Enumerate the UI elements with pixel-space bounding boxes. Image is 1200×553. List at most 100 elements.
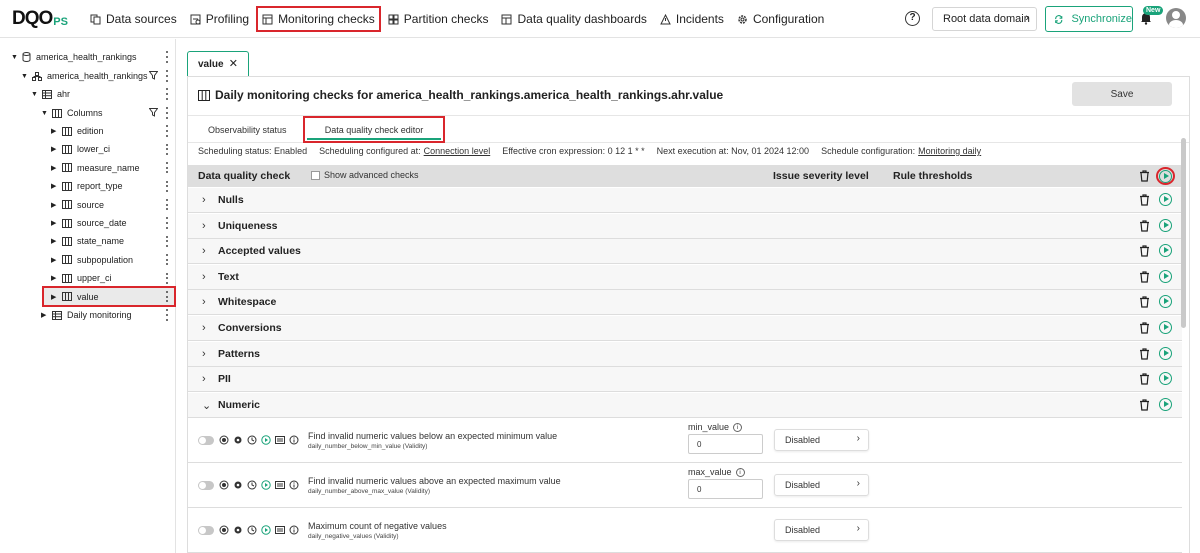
tree-column-source[interactable]: ▶ source bbox=[51, 196, 104, 214]
trash-icon[interactable] bbox=[1139, 245, 1150, 257]
trash-icon[interactable] bbox=[1139, 373, 1150, 385]
filter-icon[interactable] bbox=[149, 71, 158, 80]
tab-data-quality-check-editor[interactable]: Data quality check editor bbox=[303, 116, 445, 143]
clock-icon[interactable] bbox=[247, 435, 257, 445]
kebab-menu-icon[interactable] bbox=[164, 124, 170, 138]
severity-select[interactable]: Disabled › bbox=[774, 474, 869, 496]
root-data-domain-button[interactable]: Root data domain › bbox=[932, 7, 1037, 31]
expand-arrow-icon[interactable]: ▶ bbox=[41, 311, 49, 319]
kebab-menu-icon[interactable] bbox=[164, 69, 170, 83]
expand-arrow-icon[interactable]: ▶ bbox=[51, 293, 59, 301]
tree-column-measure-name[interactable]: ▶ measure_name bbox=[51, 159, 140, 177]
info-icon[interactable]: i bbox=[733, 422, 743, 432]
expand-arrow-icon[interactable]: ▼ bbox=[21, 73, 29, 80]
category-row-conversions[interactable]: › Conversions bbox=[188, 316, 1182, 341]
kebab-menu-icon[interactable] bbox=[164, 271, 170, 285]
enable-toggle[interactable] bbox=[198, 525, 214, 535]
record-icon[interactable] bbox=[219, 435, 229, 445]
run-category-icon[interactable] bbox=[1159, 244, 1172, 258]
kebab-menu-icon[interactable] bbox=[164, 142, 170, 156]
tree-columns-folder[interactable]: ▼ Columns bbox=[41, 104, 103, 122]
tree-daily-monitoring[interactable]: ▶ Daily monitoring bbox=[41, 306, 132, 324]
chevron-right-icon[interactable]: › bbox=[202, 245, 206, 257]
kebab-menu-icon[interactable] bbox=[164, 161, 170, 175]
tree-table[interactable]: ▼ ahr bbox=[31, 85, 70, 103]
nav-profiling[interactable]: Profiling bbox=[184, 6, 255, 32]
nav-configuration[interactable]: Configuration bbox=[731, 6, 830, 32]
tree-column-state-name[interactable]: ▶ state_name bbox=[51, 232, 124, 250]
tree-column-value[interactable]: ▶ value bbox=[51, 288, 99, 306]
kebab-menu-icon[interactable] bbox=[164, 198, 170, 212]
kebab-menu-icon[interactable] bbox=[164, 253, 170, 267]
run-check-icon[interactable] bbox=[261, 480, 271, 490]
enable-toggle[interactable] bbox=[198, 480, 214, 490]
trash-icon[interactable] bbox=[1139, 399, 1150, 411]
nav-monitoring-checks[interactable]: Monitoring checks bbox=[256, 6, 381, 32]
results-icon[interactable] bbox=[275, 525, 285, 535]
expand-arrow-icon[interactable]: ▶ bbox=[51, 164, 59, 172]
filter-icon[interactable] bbox=[149, 108, 158, 117]
chevron-right-icon[interactable]: › bbox=[202, 271, 206, 283]
results-icon[interactable] bbox=[275, 435, 285, 445]
info-icon[interactable] bbox=[289, 525, 299, 535]
clock-icon[interactable] bbox=[247, 480, 257, 490]
help-icon[interactable]: ? bbox=[905, 11, 920, 26]
run-category-icon[interactable] bbox=[1159, 372, 1172, 386]
expand-arrow-icon[interactable]: ▶ bbox=[51, 256, 59, 264]
category-row-uniqueness[interactable]: › Uniqueness bbox=[188, 213, 1182, 239]
run-category-icon[interactable] bbox=[1159, 397, 1172, 411]
nav-dashboards[interactable]: Data quality dashboards bbox=[495, 6, 652, 32]
trash-icon[interactable] bbox=[1139, 347, 1150, 360]
nav-partition-checks[interactable]: Partition checks bbox=[382, 6, 495, 32]
tree-connection[interactable]: ▼ america_health_rankings bbox=[11, 48, 137, 66]
user-avatar[interactable] bbox=[1166, 8, 1186, 28]
trash-icon[interactable] bbox=[1139, 170, 1150, 182]
expand-arrow-icon[interactable]: ▶ bbox=[51, 274, 59, 282]
chevron-right-icon[interactable]: › bbox=[202, 220, 206, 232]
expand-arrow-icon[interactable]: ▶ bbox=[51, 145, 59, 153]
kebab-menu-icon[interactable] bbox=[164, 87, 170, 101]
kebab-menu-icon[interactable] bbox=[164, 234, 170, 248]
dqops-logo[interactable]: DQO PS bbox=[12, 8, 68, 29]
tree-column-source-date[interactable]: ▶ source_date bbox=[51, 214, 127, 232]
tree-schema[interactable]: ▼ america_health_rankings bbox=[21, 67, 148, 85]
clock-icon[interactable] bbox=[247, 525, 257, 535]
checkbox-icon[interactable] bbox=[311, 170, 320, 180]
record-icon[interactable] bbox=[219, 525, 229, 535]
info-icon[interactable] bbox=[289, 435, 299, 445]
nav-incidents[interactable]: Incidents bbox=[654, 6, 730, 32]
run-category-icon[interactable] bbox=[1159, 321, 1172, 334]
run-category-icon[interactable] bbox=[1159, 269, 1172, 283]
expand-arrow-icon[interactable]: ▶ bbox=[51, 182, 59, 190]
tab-value[interactable]: value ✕ bbox=[187, 51, 249, 76]
run-category-icon[interactable] bbox=[1159, 193, 1172, 206]
trash-icon[interactable] bbox=[1139, 219, 1150, 232]
kebab-menu-icon[interactable] bbox=[164, 50, 170, 64]
expand-arrow-icon[interactable]: ▶ bbox=[51, 219, 59, 227]
gear-icon[interactable] bbox=[233, 435, 243, 445]
trash-icon[interactable] bbox=[1139, 322, 1150, 334]
kebab-menu-icon[interactable] bbox=[164, 290, 170, 304]
expand-arrow-icon[interactable]: ▶ bbox=[51, 127, 59, 135]
synchronize-button[interactable]: Synchronize bbox=[1045, 6, 1133, 32]
chevron-right-icon[interactable]: › bbox=[202, 348, 206, 360]
info-icon[interactable] bbox=[289, 480, 299, 490]
chevron-right-icon[interactable]: › bbox=[202, 322, 206, 334]
chevron-right-icon[interactable]: › bbox=[202, 296, 206, 308]
nav-data-sources[interactable]: Data sources bbox=[84, 6, 183, 32]
tree-column-lower-ci[interactable]: ▶ lower_ci bbox=[51, 140, 110, 158]
expand-arrow-icon[interactable]: ▼ bbox=[31, 91, 39, 98]
info-icon[interactable]: i bbox=[735, 467, 745, 477]
tree-column-subpopulation[interactable]: ▶ subpopulation bbox=[51, 251, 133, 269]
category-row-numeric[interactable]: ⌄ Numeric bbox=[188, 392, 1182, 418]
connection-level-link[interactable]: Connection level bbox=[424, 146, 491, 156]
param-input[interactable]: 0 bbox=[688, 479, 763, 499]
gear-icon[interactable] bbox=[233, 480, 243, 490]
save-button[interactable]: Save bbox=[1072, 82, 1172, 106]
run-category-icon[interactable] bbox=[1159, 218, 1172, 232]
category-row-pii[interactable]: › PII bbox=[188, 367, 1182, 393]
kebab-menu-icon[interactable] bbox=[164, 179, 170, 193]
expand-arrow-icon[interactable]: ▶ bbox=[51, 201, 59, 209]
run-category-icon[interactable] bbox=[1159, 346, 1172, 360]
run-category-icon[interactable] bbox=[1159, 295, 1172, 309]
